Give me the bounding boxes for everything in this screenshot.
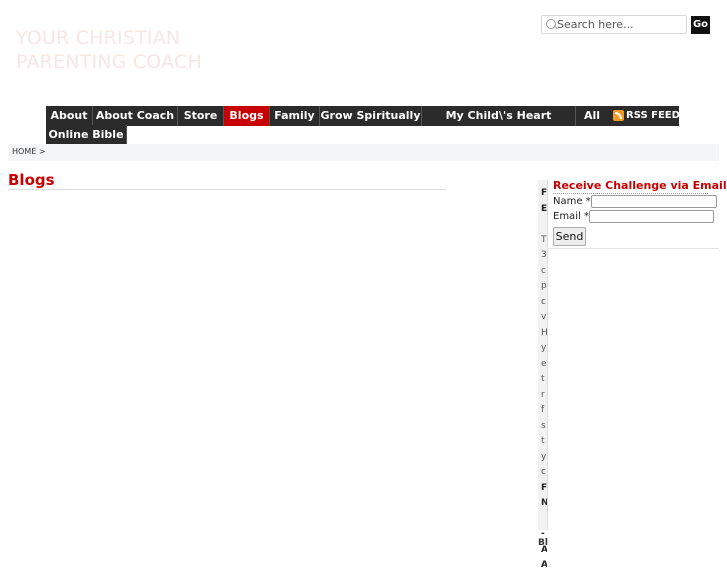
excerpt-line: v [541, 312, 547, 322]
excerpt-line: F [541, 188, 547, 198]
page-title: Blogs [8, 171, 55, 189]
excerpt-line: T [541, 234, 547, 245]
site-title-line2: PARENTING COACH [16, 51, 202, 73]
excerpt-line: y [541, 451, 547, 462]
search-box [541, 15, 687, 34]
excerpt-line: t [541, 374, 545, 384]
excerpt-line: e [541, 358, 547, 369]
site-title-line1: YOUR CHRISTIAN [16, 27, 181, 49]
excerpt-line: A [541, 560, 547, 570]
email-field[interactable] [589, 210, 714, 223]
nav-item-family[interactable]: Family [270, 106, 320, 126]
excerpt-line: y [541, 343, 547, 353]
excerpt-line: 3 [541, 250, 547, 260]
excerpt-line: c [541, 467, 546, 477]
excerpt-line: t [541, 436, 545, 446]
excerpt-line: c [541, 296, 546, 307]
excerpt-line: F [541, 482, 547, 493]
excerpt-line: s [541, 420, 546, 431]
excerpt-line: r [541, 389, 545, 400]
site-logo-title[interactable]: YOUR CHRISTIAN PARENTING COACH [16, 26, 236, 74]
excerpt-line: N [541, 498, 547, 508]
excerpt-line: p [541, 281, 547, 291]
send-button[interactable]: Send [553, 227, 586, 246]
search-icon [546, 19, 556, 29]
nav-item-store[interactable]: Store [178, 106, 224, 126]
nav-item-my-childs-heart-ministry[interactable]: My Child\'s Heart Ministry [422, 106, 576, 142]
nav-item-blogs[interactable]: Blogs [224, 106, 270, 126]
sidebar-next-heading: Bl [538, 538, 548, 545]
email-signup-heading: Receive Challenge via Email [553, 179, 727, 192]
excerpt-line [541, 512, 547, 528]
excerpt-line [541, 217, 547, 233]
rss-feed-link[interactable]: RSS FEED [626, 106, 679, 126]
nav-item-about-coach[interactable]: About Coach [93, 106, 178, 126]
excerpt-line: H [541, 327, 547, 338]
nav-item-online-bible[interactable]: Online Bible [46, 125, 127, 145]
nav-item-grow-spiritually[interactable]: Grow Spiritually [320, 106, 422, 126]
excerpt-line: E [541, 203, 547, 214]
sidebar-post-excerpt: FET3cpcvHyetrfstycFN-AA [541, 186, 547, 574]
excerpt-line: c [541, 265, 546, 276]
breadcrumb[interactable]: HOME > [12, 147, 46, 156]
search-input[interactable] [557, 17, 685, 32]
breadcrumb-bar [8, 144, 719, 161]
title-divider [8, 189, 446, 190]
nav-item-about[interactable]: About [46, 106, 93, 126]
email-field-label: Email * [553, 211, 589, 222]
rss-icon[interactable] [613, 110, 624, 121]
search-go-button[interactable]: Go [691, 16, 710, 34]
excerpt-line: f [541, 405, 545, 415]
name-field-label: Name * [553, 196, 591, 207]
name-field[interactable] [591, 195, 717, 208]
